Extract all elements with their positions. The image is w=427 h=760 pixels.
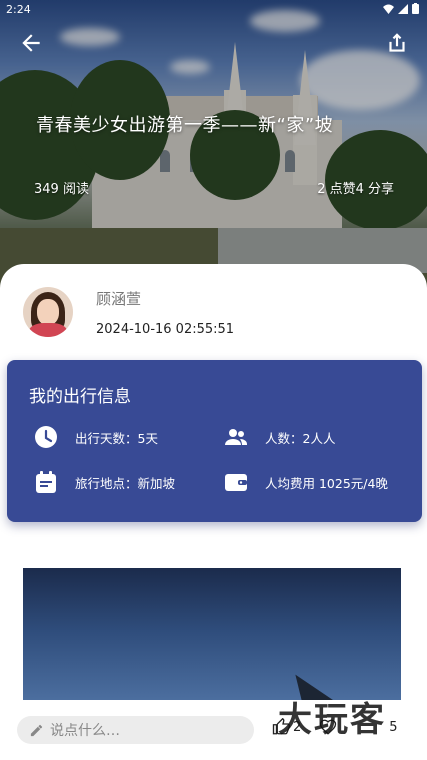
arrow-left-icon	[22, 34, 40, 52]
signal-icon	[398, 3, 408, 17]
travel-info-card: 我的出行信息 出行天数：5天 人数：2人人 旅行地点：新加坡 人均费用 1025…	[7, 360, 422, 522]
wallet-icon	[223, 469, 249, 495]
post-date: 2024-10-16 02:55:51	[96, 322, 235, 337]
calendar-icon	[33, 469, 59, 495]
comment-placeholder: 说点什么…	[50, 723, 120, 739]
watermark-logo: 大玩客	[278, 700, 386, 740]
status-bar: 2:24	[0, 0, 427, 20]
trip-cost: 人均费用 1025元/4晚	[223, 469, 388, 495]
share-icon	[389, 33, 405, 52]
post-photo[interactable]	[23, 568, 401, 708]
read-count: 349 阅读	[34, 182, 89, 197]
cover-image	[0, 0, 427, 290]
share-count: 5	[389, 719, 398, 735]
trip-people: 人数：2人人	[223, 424, 335, 450]
wifi-icon	[383, 4, 394, 17]
battery-icon	[412, 3, 419, 17]
status-time: 2:24	[6, 3, 31, 16]
trip-location: 旅行地点：新加坡	[33, 469, 175, 495]
comment-input[interactable]: 说点什么…	[17, 716, 254, 744]
pencil-icon	[30, 724, 43, 736]
share-count-button[interactable]: 5	[389, 720, 397, 735]
share-button[interactable]	[384, 30, 410, 56]
post-title: 青春美少女出游第一季——新“家”坡	[36, 115, 334, 136]
travel-info-title: 我的出行信息	[29, 387, 131, 407]
back-button[interactable]	[18, 30, 44, 56]
avatar[interactable]	[23, 287, 73, 337]
trip-days: 出行天数：5天	[33, 424, 158, 450]
people-icon	[223, 424, 249, 450]
clock-icon	[33, 424, 59, 450]
like-share-count: 2 点赞4 分享	[317, 182, 394, 197]
author-name[interactable]: 顾涵萱	[96, 288, 141, 309]
